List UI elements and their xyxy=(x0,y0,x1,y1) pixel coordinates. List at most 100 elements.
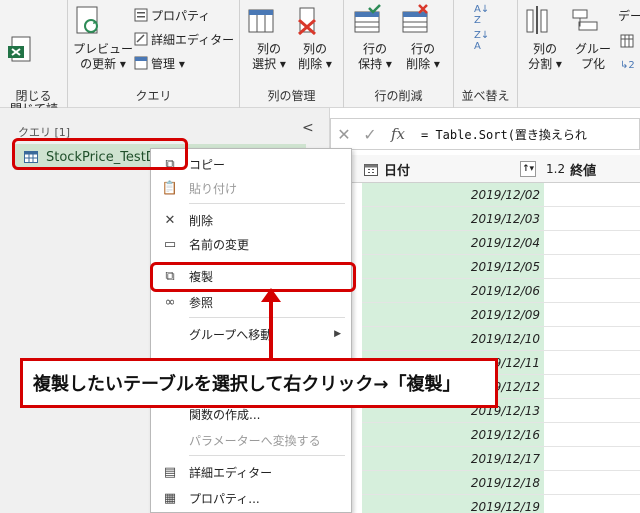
date-cell[interactable]: 2019/12/17 xyxy=(362,447,540,471)
properties-button[interactable]: プロパティ xyxy=(134,6,210,24)
menu-item-rename[interactable]: ▭ 名前の変更 xyxy=(151,233,351,255)
ribbon-group-rows: 行の 保持 ▾ 行の 削除 ▾ 行の削減 xyxy=(344,0,454,108)
menu-item-convert-to-parameter-label: パラメーターへ変換する xyxy=(189,433,321,448)
sort-descending-button[interactable]: Z↓ A xyxy=(474,30,490,52)
delete-icon: ✕ xyxy=(164,212,176,228)
advanced-editor-button[interactable]: 詳細エディター xyxy=(134,30,234,48)
table-row[interactable]: 2019/12/03 xyxy=(362,207,640,231)
properties-icon: ▦ xyxy=(163,490,177,506)
group-label-columns: 列の管理 xyxy=(267,89,316,103)
highlight-query-item xyxy=(12,138,188,170)
table-row[interactable]: 2019/12/04 xyxy=(362,231,640,255)
group-label-close: 閉じる xyxy=(15,89,52,103)
rename-icon: ▭ xyxy=(163,236,177,252)
date-cell[interactable]: 2019/12/06 xyxy=(362,279,540,303)
header-date[interactable]: 日付 xyxy=(364,155,410,183)
data-type-button[interactable]: デー xyxy=(618,6,640,24)
menu-item-create-function-label: 関数の作成... xyxy=(189,407,261,422)
table-row[interactable]: 2019/12/10 xyxy=(362,327,640,351)
table-icon-button[interactable] xyxy=(620,32,634,50)
ribbon: 閉じて読 み込む ▾ 閉じる プレビュー の更新 ▾ プロパティ 詳細エディター… xyxy=(0,0,640,131)
date-cell[interactable]: 2019/12/05 xyxy=(362,255,540,279)
menu-item-copy-label: コピー xyxy=(189,157,226,172)
table-row[interactable]: 2019/12/19 xyxy=(362,495,640,513)
table-row[interactable]: 2019/12/16 xyxy=(362,423,640,447)
choose-columns-button[interactable]: 列の 選択 ▾ xyxy=(246,4,292,72)
table-row[interactable]: 2019/12/09 xyxy=(362,303,640,327)
table-row[interactable]: 2019/12/05 xyxy=(362,255,640,279)
context-menu: ⧉ コピー 📋 貼り付け ✕ 削除 ▭ 名前の変更 ⧉ 複製 ∞ 参照 グループ… xyxy=(150,148,352,513)
keep-rows-icon xyxy=(352,4,398,38)
sort-ascending-button[interactable]: A↓ Z xyxy=(474,4,490,26)
refresh-preview-label: プレビュー の更新 ▾ xyxy=(72,42,133,71)
table-row[interactable]: 2019/12/06 xyxy=(362,279,640,303)
keep-rows-button[interactable]: 行の 保持 ▾ xyxy=(352,4,398,72)
date-cell[interactable]: 2019/12/19 xyxy=(362,495,540,513)
refresh-preview-button[interactable]: プレビュー の更新 ▾ xyxy=(72,4,134,72)
header-close[interactable]: 1.2 終値 xyxy=(546,155,596,183)
menu-item-properties[interactable]: ▦ プロパティ... xyxy=(151,487,351,509)
use-first-row-button[interactable]: ↳2 xyxy=(620,56,635,74)
date-cell[interactable]: 2019/12/09 xyxy=(362,303,540,327)
remove-rows-icon xyxy=(400,4,446,38)
ribbon-group-sort: A↓ Z Z↓ A 並べ替え xyxy=(454,0,518,108)
submenu-arrow-icon: ▶ xyxy=(334,329,341,339)
menu-item-reference[interactable]: ∞ 参照 xyxy=(151,291,351,313)
use-first-row-label: ↳2 xyxy=(620,59,635,71)
formula-text[interactable]: = Table.Sort(置き換えられ xyxy=(421,126,587,143)
decimal-type-icon: 1.2 xyxy=(546,162,566,176)
collapse-pane-button[interactable]: < xyxy=(302,120,314,136)
menu-item-delete[interactable]: ✕ 削除 xyxy=(151,209,351,231)
group-by-icon xyxy=(570,4,616,38)
menu-item-properties-label: プロパティ... xyxy=(189,491,260,506)
manage-button[interactable]: 管理 ▾ xyxy=(134,54,185,72)
sort-descending-icon: Z↓ A xyxy=(474,30,490,52)
advanced-editor-icon: ▤ xyxy=(163,464,177,480)
paste-icon: 📋 xyxy=(161,180,179,196)
menu-separator xyxy=(189,317,345,318)
menu-item-advanced-editor[interactable]: ▤ 詳細エディター xyxy=(151,461,351,483)
date-cell[interactable]: 2019/12/18 xyxy=(362,471,540,495)
ribbon-group-query: プレビュー の更新 ▾ プロパティ 詳細エディター 管理 ▾ クエリ xyxy=(68,0,240,108)
remove-columns-button[interactable]: 列の 削除 ▾ xyxy=(292,4,338,72)
group-by-label: グルー プ化 xyxy=(574,42,611,71)
date-cell[interactable]: 2019/12/02 xyxy=(362,183,540,207)
table-row[interactable]: 2019/12/02 xyxy=(362,183,640,207)
split-column-button[interactable]: 列の 分割 ▾ xyxy=(522,4,568,72)
sort-filter-button[interactable]: ↑▾ xyxy=(520,155,536,183)
confirm-formula-button[interactable]: ✓ xyxy=(357,125,383,144)
choose-columns-icon xyxy=(246,4,292,38)
menu-item-paste: 📋 貼り付け xyxy=(151,177,351,199)
advanced-editor-icon xyxy=(134,32,148,46)
table-row[interactable]: 2019/12/17 xyxy=(362,447,640,471)
sort-ascending-icon: A↓ Z xyxy=(474,4,490,26)
menu-separator xyxy=(189,203,345,204)
date-cell[interactable]: 2019/12/10 xyxy=(362,327,540,351)
remove-columns-icon xyxy=(292,4,338,38)
annotation-callout: 複製したいテーブルを選択して右クリック→「複製」 xyxy=(20,358,498,408)
ribbon-group-columns: 列の 選択 ▾ 列の 削除 ▾ 列の管理 xyxy=(240,0,344,108)
properties-label: プロパティ xyxy=(151,8,211,23)
advanced-editor-label: 詳細エディター xyxy=(151,32,235,47)
highlight-duplicate-item xyxy=(150,262,356,292)
remove-rows-button[interactable]: 行の 削除 ▾ xyxy=(400,4,446,72)
manage-icon xyxy=(134,56,148,70)
split-column-label: 列の 分割 ▾ xyxy=(528,42,562,71)
date-cell[interactable]: 2019/12/04 xyxy=(362,231,540,255)
table-row[interactable]: 2019/12/18 xyxy=(362,471,640,495)
date-cell[interactable]: 2019/12/16 xyxy=(362,423,540,447)
menu-item-convert-to-parameter: パラメーターへ変換する xyxy=(151,429,351,451)
data-type-label: デー xyxy=(618,8,640,23)
grid-header: 日付 ↑▾ 1.2 終値 xyxy=(330,155,640,183)
ribbon-group-transform: 列の 分割 ▾ グルー プ化 デー ↳2 xyxy=(518,0,640,108)
fx-icon: fx xyxy=(390,125,405,143)
date-cell[interactable]: 2019/12/03 xyxy=(362,207,540,231)
keep-rows-label: 行の 保持 ▾ xyxy=(358,42,392,71)
reference-icon: ∞ xyxy=(164,294,176,310)
manage-label: 管理 ▾ xyxy=(151,56,185,71)
group-label-rows: 行の削減 xyxy=(374,89,423,103)
menu-item-move-to-group[interactable]: グループへ移動 ▶ xyxy=(151,323,351,345)
group-by-button[interactable]: グルー プ化 xyxy=(570,4,616,72)
cancel-formula-button[interactable]: ✕ xyxy=(331,125,357,144)
properties-icon xyxy=(134,8,148,22)
